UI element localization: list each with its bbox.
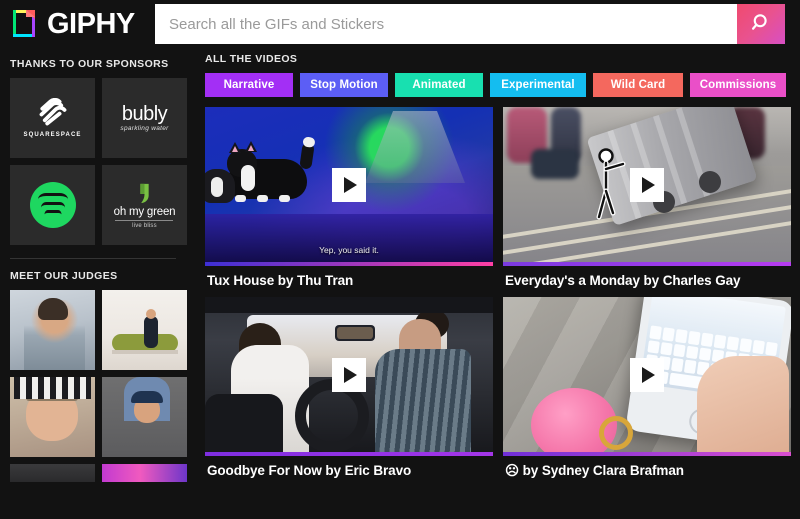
- video-card[interactable]: Goodbye For Now by Eric Bravo: [205, 297, 493, 479]
- judges-grid: [10, 290, 187, 482]
- sponsor-spotify[interactable]: [10, 165, 95, 245]
- sponsors-grid: SQUARESPACE bubly sparkling water oh my …: [10, 78, 187, 245]
- oh-my-green-label: oh my green: [113, 205, 176, 218]
- video-thumbnail[interactable]: [503, 297, 791, 452]
- play-icon[interactable]: [332, 167, 366, 202]
- judge-photo-5[interactable]: [10, 464, 95, 482]
- video-thumbnail[interactable]: [205, 297, 493, 452]
- bubly-logo-icon: bubly sparkling water: [120, 104, 168, 132]
- squarespace-logo-icon: [36, 97, 70, 126]
- video-subtitle: Yep, you said it.: [319, 245, 379, 255]
- video-card[interactable]: Everyday's a Monday by Charles Gay: [503, 107, 791, 288]
- category-commissions[interactable]: Commissions: [690, 73, 786, 97]
- oh-my-green-sublabel: live bliss: [132, 222, 157, 229]
- judge-photo-4[interactable]: [102, 377, 187, 457]
- sidebar: THANKS TO OUR SPONSORS SQUARESPACE bubly…: [0, 48, 196, 519]
- all-the-videos-heading: ALL THE VIDEOS: [205, 53, 298, 65]
- giphy-logo[interactable]: GIPHY: [0, 9, 135, 39]
- squarespace-label: SQUARESPACE: [23, 132, 82, 138]
- search-icon: [751, 12, 772, 36]
- judge-photo-6[interactable]: [102, 464, 187, 482]
- video-card[interactable]: ☹ by Sydney Clara Brafman: [503, 297, 791, 479]
- judge-photo-1[interactable]: [10, 290, 95, 370]
- video-title: Everyday's a Monday by Charles Gay: [505, 273, 741, 288]
- divider: [115, 219, 174, 221]
- site-header: GIPHY: [0, 0, 800, 48]
- bubly-sublabel: sparkling water: [120, 125, 169, 132]
- judge-photo-3[interactable]: [10, 377, 95, 457]
- oh-my-green-leaf-icon: [137, 182, 152, 204]
- category-experimental[interactable]: Experimental: [490, 73, 586, 97]
- search-input[interactable]: [155, 4, 737, 44]
- main-content: ALL THE VIDEOS Narrative Stop Motion Ani…: [196, 48, 800, 519]
- play-icon[interactable]: [332, 357, 366, 392]
- search-bar: [155, 4, 785, 44]
- spotify-logo-icon: [29, 182, 76, 228]
- search-button[interactable]: [737, 4, 785, 44]
- video-grid: Yep, you said it. Tux House by Thu Tran: [205, 107, 791, 479]
- sponsor-squarespace[interactable]: SQUARESPACE: [10, 78, 95, 158]
- sidebar-divider: [10, 258, 176, 259]
- brand-wordmark: GIPHY: [47, 7, 135, 40]
- video-card[interactable]: Yep, you said it. Tux House by Thu Tran: [205, 107, 493, 288]
- category-stop-motion[interactable]: Stop Motion: [300, 73, 388, 97]
- video-thumbnail[interactable]: Yep, you said it.: [205, 107, 493, 262]
- video-title: Tux House by Thu Tran: [207, 273, 354, 288]
- judge-photo-2[interactable]: [102, 290, 187, 370]
- video-title: ☹ by Sydney Clara Brafman: [505, 463, 684, 478]
- sponsor-oh-my-green[interactable]: oh my green live bliss: [102, 165, 187, 245]
- video-title: Goodbye For Now by Eric Bravo: [207, 463, 412, 478]
- category-animated[interactable]: Animated: [395, 73, 483, 97]
- judges-heading: MEET OUR JUDGES: [10, 270, 118, 282]
- play-icon[interactable]: [630, 357, 664, 392]
- sponsors-heading: THANKS TO OUR SPONSORS: [10, 58, 169, 70]
- category-wild-card[interactable]: Wild Card: [593, 73, 683, 97]
- stick-figure-overlay: [591, 147, 626, 220]
- play-icon[interactable]: [630, 167, 664, 202]
- sponsor-bubly[interactable]: bubly sparkling water: [102, 78, 187, 158]
- giphy-page: GIPHY THANKS TO OUR SPONSORS: [0, 0, 800, 519]
- bubly-label: bubly: [121, 103, 168, 125]
- category-filter-row: Narrative Stop Motion Animated Experimen…: [205, 73, 790, 97]
- video-thumbnail[interactable]: [503, 107, 791, 262]
- category-narrative[interactable]: Narrative: [205, 73, 293, 97]
- giphy-page-logo-icon: [12, 9, 40, 39]
